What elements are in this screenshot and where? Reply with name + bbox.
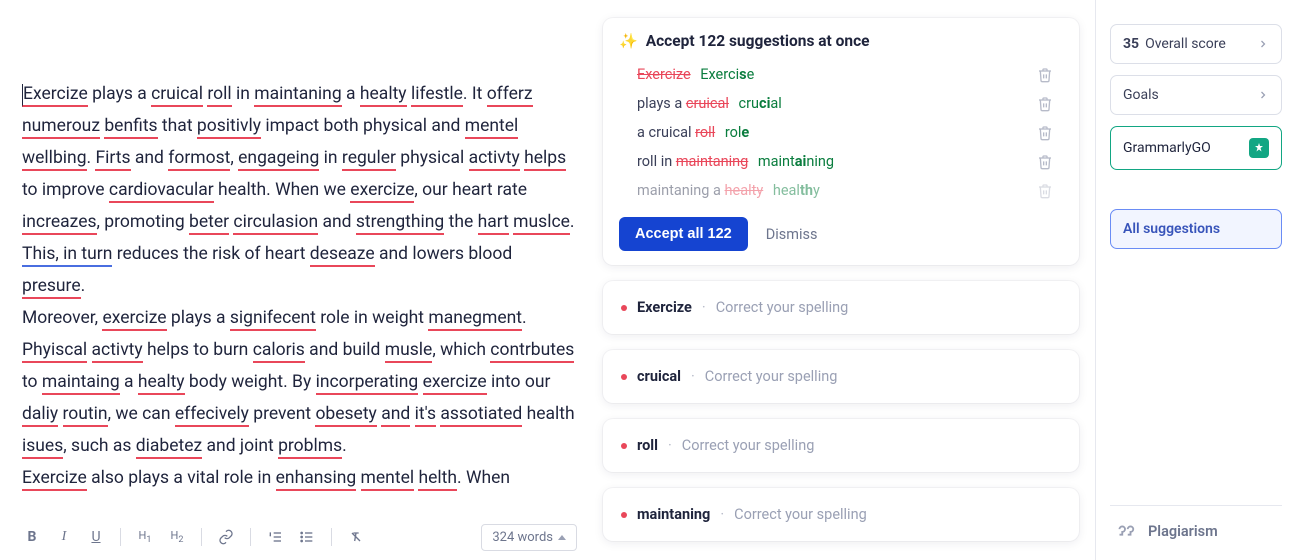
suggestion-row[interactable]: roll in maintaning maintaining [619, 147, 1069, 176]
sparkle-icon: ✨ [619, 32, 638, 50]
accept-all-header: ✨ Accept 122 suggestions at once [619, 32, 1073, 50]
italic-button[interactable]: I [50, 523, 78, 551]
word-count-label: 324 words [492, 530, 553, 545]
ordered-list-button[interactable] [261, 523, 289, 551]
red-dot-icon [621, 512, 627, 518]
trash-icon[interactable] [1037, 125, 1053, 141]
all-suggestions-box[interactable]: All suggestions [1110, 209, 1282, 249]
red-dot-icon [621, 305, 627, 311]
misspelled-word: cruical [637, 368, 681, 385]
trash-icon[interactable] [1037, 183, 1053, 199]
spelling-hint: Correct your spelling [682, 437, 815, 454]
all-suggestions-label: All suggestions [1123, 221, 1269, 237]
spelling-card[interactable]: roll·Correct your spelling [603, 419, 1079, 472]
score-label: Overall score [1145, 36, 1257, 52]
spelling-hint: Correct your spelling [716, 299, 849, 316]
accept-all-actions: Accept all 122 Dismiss [619, 217, 1073, 251]
spelling-hint: Correct your spelling [705, 368, 838, 385]
suggestion-row[interactable]: Exercize Exercise [619, 60, 1069, 89]
red-dot-icon [621, 374, 627, 380]
separator [250, 528, 251, 546]
underline-button[interactable]: U [82, 523, 110, 551]
separator [120, 528, 121, 546]
accept-all-button[interactable]: Accept all 122 [619, 217, 748, 251]
accept-all-title: Accept 122 suggestions at once [646, 32, 870, 50]
spelling-hint: Correct your spelling [734, 506, 867, 523]
separator [201, 528, 202, 546]
goals-box[interactable]: Goals [1110, 75, 1282, 115]
chevron-right-icon [1257, 89, 1269, 101]
quote-icon [1114, 520, 1136, 542]
bold-button[interactable]: B [18, 523, 46, 551]
trash-icon[interactable] [1037, 96, 1053, 112]
misspelled-word: roll [637, 437, 658, 454]
suggestion-row[interactable]: a cruical roll role [619, 118, 1069, 147]
unordered-list-button[interactable] [293, 523, 321, 551]
h2-button[interactable]: H2 [163, 523, 191, 551]
accept-all-card: ✨ Accept 122 suggestions at once Exerciz… [603, 18, 1079, 265]
chevron-right-icon [1257, 38, 1269, 50]
word-count[interactable]: 324 words [481, 524, 577, 551]
score-number: 35 [1123, 36, 1139, 52]
plagiarism-row[interactable]: Plagiarism [1110, 505, 1282, 560]
format-toolbar: B I U H1 H2 324 words [18, 520, 577, 554]
misspelled-word: maintaning [637, 506, 710, 523]
dismiss-button[interactable]: Dismiss [766, 226, 818, 243]
h1-button[interactable]: H1 [131, 523, 159, 551]
suggestions-column: ✨ Accept 122 suggestions at once Exerciz… [595, 0, 1095, 560]
spelling-card[interactable]: maintaning·Correct your spelling [603, 488, 1079, 541]
document-text[interactable]: Exercize plays a cruical roll in maintan… [22, 0, 575, 560]
editor-column: Exercize plays a cruical roll in maintan… [0, 0, 595, 560]
grammarlygo-label: GrammarlyGO [1123, 140, 1249, 156]
spelling-card[interactable]: cruical·Correct your spelling [603, 350, 1079, 403]
red-dot-icon [621, 443, 627, 449]
grammarlygo-box[interactable]: GrammarlyGO [1110, 126, 1282, 170]
trash-icon[interactable] [1037, 67, 1053, 83]
sidebar-column: 35 Overall score Goals GrammarlyGO All s… [1095, 0, 1296, 560]
misspelled-word: Exercize [637, 299, 692, 316]
separator [331, 528, 332, 546]
link-button[interactable] [212, 523, 240, 551]
caret-up-icon [558, 535, 566, 540]
suggestion-row[interactable]: plays a cruical crucial [619, 89, 1069, 118]
suggestion-list[interactable]: Exercize Exerciseplays a cruical crucial… [619, 60, 1073, 205]
clear-format-button[interactable] [342, 523, 370, 551]
suggestion-row[interactable]: maintaning a healty healthy [619, 176, 1069, 205]
grammarlygo-icon [1249, 138, 1269, 158]
overall-score-box[interactable]: 35 Overall score [1110, 24, 1282, 64]
trash-icon[interactable] [1037, 154, 1053, 170]
plagiarism-label: Plagiarism [1148, 523, 1218, 540]
spelling-card[interactable]: Exercize·Correct your spelling [603, 281, 1079, 334]
goals-label: Goals [1123, 87, 1257, 103]
